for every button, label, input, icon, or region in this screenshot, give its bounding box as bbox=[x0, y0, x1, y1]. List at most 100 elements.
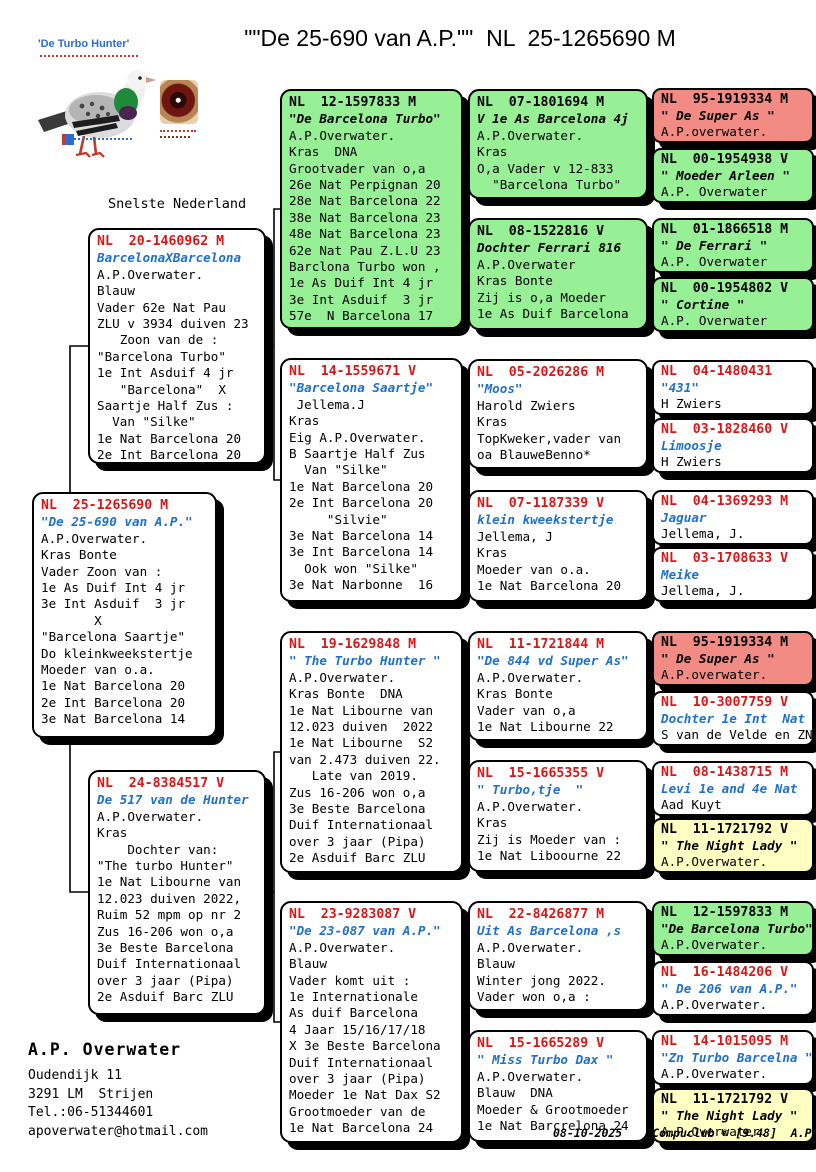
pedigree-line: 2e Asduif Barc ZLU bbox=[97, 989, 260, 1005]
pedigree-box-nl-05-2026286-m: NL 05-2026286 M"Moos"Harold ZwiersKrasTo… bbox=[468, 359, 648, 469]
pedigree-line: Zij is Moeder van : bbox=[477, 832, 642, 848]
pedigree-line: "Silvie" bbox=[289, 512, 457, 528]
pedigree-box-nl-08-1522816-v: NL 08-1522816 VDochter Ferrari 816A.P.Ov… bbox=[468, 218, 648, 330]
bird-name: "De 844 vd Super As" bbox=[477, 653, 642, 669]
pedigree-line: Moeder van o.a. bbox=[477, 562, 642, 578]
bird-name: Dochter Ferrari 816 bbox=[477, 240, 642, 256]
pedigree-line: 1e Nat Libourne van bbox=[97, 874, 260, 890]
pedigree-line: Duif Internationaal bbox=[289, 817, 457, 833]
ring-number: NL 10-3007759 V bbox=[661, 695, 808, 711]
pedigree-line: 1e As Duif Int 4 jr bbox=[41, 580, 211, 596]
pedigree-line: Zus 16-206 won o,a bbox=[289, 785, 457, 801]
pedigree-line: A.P.overwater. bbox=[661, 124, 808, 140]
pedigree-line: ZLU v 3934 duiven 23 bbox=[97, 316, 260, 332]
pedigree-line: O,a Vader v 12-833 bbox=[477, 161, 642, 177]
pedigree-line: 48e Nat Barcelona 23 bbox=[289, 226, 457, 242]
ring-number: NL 14-1559671 V bbox=[289, 364, 457, 380]
bird-name: Limoosje bbox=[661, 438, 808, 454]
bird-name: "Zn Turbo Barcelna " bbox=[661, 1050, 808, 1066]
pedigree-box-nl-00-1954938-v: NL 00-1954938 V" Moeder Arleen "A.P. Ove… bbox=[652, 148, 814, 203]
ring-number: NL 00-1954802 V bbox=[661, 281, 808, 297]
pedigree-line: Kras Bonte bbox=[477, 686, 642, 702]
photo-caption-illegible bbox=[40, 55, 138, 57]
pedigree-box-nl-24-8384517-v: NL 24-8384517 VDe 517 van de HunterA.P.O… bbox=[88, 770, 266, 1015]
bird-name: "431" bbox=[661, 380, 808, 396]
pedigree-line: oa BlauweBenno* bbox=[477, 447, 642, 463]
pedigree-line: H Zwiers bbox=[661, 454, 808, 470]
bird-name: " The Night Lady " bbox=[661, 1108, 808, 1124]
pedigree-line: A.P. Overwater bbox=[661, 184, 808, 200]
pedigree-line: Jellema, J. bbox=[661, 526, 808, 542]
owner-email: apoverwater@hotmail.com bbox=[28, 1123, 208, 1142]
pedigree-box-nl-03-1708633-v: NL 03-1708633 VMeikeJellema, J. bbox=[652, 547, 814, 602]
pedigree-line: 1e Nat Libourne 22 bbox=[477, 719, 642, 735]
pedigree-line: Blauw DNA bbox=[477, 1085, 642, 1101]
pedigree-box-nl-01-1866518-m: NL 01-1866518 M" De Ferrari "A.P. Overwa… bbox=[652, 218, 814, 273]
page-title: ""De 25-690 van A.P."" NL 25-1265690 M bbox=[120, 25, 800, 52]
pedigree-line: A.P.Overwater. bbox=[661, 997, 808, 1013]
owner-address-line1: Oudendijk 11 bbox=[28, 1067, 208, 1086]
pedigree-line: 1e Nat Libourne van bbox=[289, 703, 457, 719]
pedigree-box-nl-00-1954802-v: NL 00-1954802 V" Cortine "A.P. Overwater bbox=[652, 277, 814, 332]
pedigree-line: Kras Bonte bbox=[41, 547, 211, 563]
pedigree-box-nl-10-3007759-v: NL 10-3007759 VDochter 1e Int NatS van d… bbox=[652, 691, 814, 746]
tagline: Snelste Nederland bbox=[108, 196, 246, 212]
pedigree-line: Kras bbox=[477, 545, 642, 561]
pedigree-line: Aad Kuyt bbox=[661, 797, 808, 813]
pigeon-illustration bbox=[38, 60, 168, 168]
pedigree-line: 2e Int Barcelona 20 bbox=[41, 695, 211, 711]
bird-name: "Moos" bbox=[477, 381, 642, 397]
bird-name: " De Super As " bbox=[661, 651, 808, 667]
pigeon-eye-photo bbox=[160, 80, 198, 124]
ring-number: NL 24-8384517 V bbox=[97, 776, 260, 792]
pedigree-line: 57e N Barcelona 17 bbox=[289, 308, 457, 324]
pedigree-line: over 3 jaar (Pipa) bbox=[289, 834, 457, 850]
pedigree-line: over 3 jaar (Pipa) bbox=[97, 973, 260, 989]
pedigree-line: Blauw bbox=[97, 283, 260, 299]
pedigree-line: 28e Nat Barcelona 22 bbox=[289, 193, 457, 209]
pedigree-line: 2e Int Barcelona 20 bbox=[97, 447, 260, 463]
pedigree-line: A.P.Overwater. bbox=[97, 809, 260, 825]
pedigree-line: A.P.overwater. bbox=[661, 667, 808, 683]
ring-number: NL 07-1187339 V bbox=[477, 496, 642, 512]
ring-number: NL 15-1665289 V bbox=[477, 1036, 642, 1052]
pedigree-line: A.P.Overwater. bbox=[477, 1069, 642, 1085]
ring-number: NL 07-1801694 M bbox=[477, 95, 642, 111]
pedigree-box-nl-20-1460962-m: NL 20-1460962 MBarcelonaXBarcelonaA.P.Ov… bbox=[88, 228, 266, 464]
pedigree-line: A.P.Overwater. bbox=[41, 531, 211, 547]
ring-number: NL 03-1828460 V bbox=[661, 422, 808, 438]
ring-number: NL 15-1665355 V bbox=[477, 766, 642, 782]
pedigree-line: Saartje Half Zus : bbox=[97, 398, 260, 414]
bird-name: De 517 van de Hunter bbox=[97, 792, 260, 808]
ring-number: NL 19-1629848 M bbox=[289, 637, 457, 653]
bird-name: "Barcelona Saartje" bbox=[289, 380, 457, 396]
bird-name: " The Night Lady " bbox=[661, 838, 808, 854]
pedigree-line: 2e Asduif Barc ZLU bbox=[289, 850, 457, 866]
pedigree-line: van 2.473 duiven 22. bbox=[289, 752, 457, 768]
pedigree-line: A.P.Overwater bbox=[477, 257, 642, 273]
ring-number: NL 04-1369293 M bbox=[661, 494, 808, 510]
ring-number: NL 16-1484206 V bbox=[661, 965, 808, 981]
pedigree-line: Blauw bbox=[289, 956, 457, 972]
bird-name: "De Barcelona Turbo" bbox=[289, 111, 457, 127]
pedigree-line: 3e Nat Narbonne 16 bbox=[289, 577, 457, 593]
pedigree-line: 3e Int Barcelona 14 bbox=[289, 544, 457, 560]
pedigree-line: Moeder & Grootmoeder bbox=[477, 1102, 642, 1118]
pedigree-line: 1e As Duif Int 4 jr bbox=[289, 275, 457, 291]
pedigree-box-nl-11-1721844-m: NL 11-1721844 M"De 844 vd Super As"A.P.O… bbox=[468, 631, 648, 741]
pedigree-line: Barclona Turbo won , bbox=[289, 259, 457, 275]
eye-caption-illegible bbox=[160, 130, 196, 132]
pedigree-box-nl-08-1438715-m: NL 08-1438715 MLevi 1e and 4e NatAad Kuy… bbox=[652, 761, 814, 816]
bird-name: Levi 1e and 4e Nat bbox=[661, 781, 808, 797]
pedigree-box-nl-23-9283087-v: NL 23-9283087 V"De 23-087 van A.P."A.P.O… bbox=[280, 901, 463, 1143]
pedigree-line: 12.023 duiven 2022, bbox=[97, 891, 260, 907]
pedigree-line: 1e As Duif Barcelona bbox=[477, 306, 642, 322]
pedigree-line: TopKweker,vader van bbox=[477, 431, 642, 447]
pedigree-line: Kras bbox=[97, 825, 260, 841]
pigeon-photo-label: 'De Turbo Hunter' bbox=[38, 38, 129, 50]
pedigree-box-nl-12-1597833-m: NL 12-1597833 M"De Barcelona Turbo"A.P.O… bbox=[652, 901, 814, 956]
pedigree-box-nl-19-1629848-m: NL 19-1629848 M" The Turbo Hunter "A.P.O… bbox=[280, 631, 463, 873]
pedigree-box-nl-16-1484206-v: NL 16-1484206 V" De 206 van A.P."A.P.Ove… bbox=[652, 961, 814, 1016]
ring-number: NL 25-1265690 M bbox=[41, 498, 211, 514]
pedigree-line: 1e Nat Barcelona 20 bbox=[289, 479, 457, 495]
